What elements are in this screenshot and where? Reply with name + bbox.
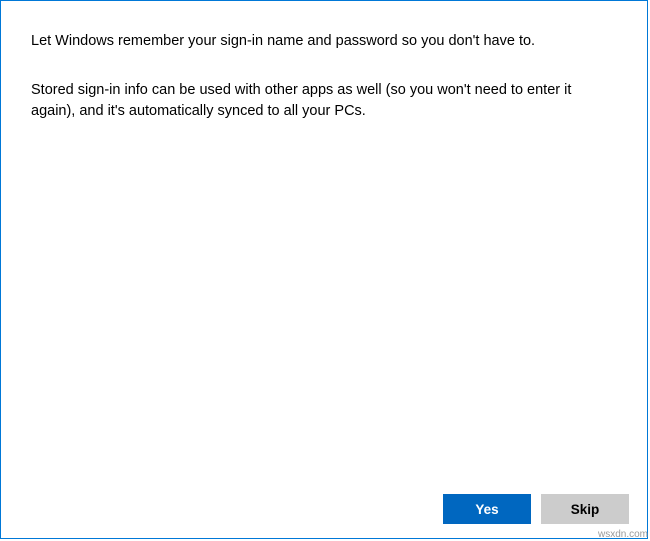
credential-prompt-dialog: Let Windows remember your sign-in name a… bbox=[0, 0, 648, 539]
yes-button[interactable]: Yes bbox=[443, 494, 531, 524]
skip-button[interactable]: Skip bbox=[541, 494, 629, 524]
dialog-body: Stored sign-in info can be used with oth… bbox=[31, 80, 617, 122]
dialog-heading: Let Windows remember your sign-in name a… bbox=[31, 31, 617, 52]
dialog-button-row: Yes Skip bbox=[443, 494, 629, 524]
dialog-content: Let Windows remember your sign-in name a… bbox=[1, 1, 647, 538]
